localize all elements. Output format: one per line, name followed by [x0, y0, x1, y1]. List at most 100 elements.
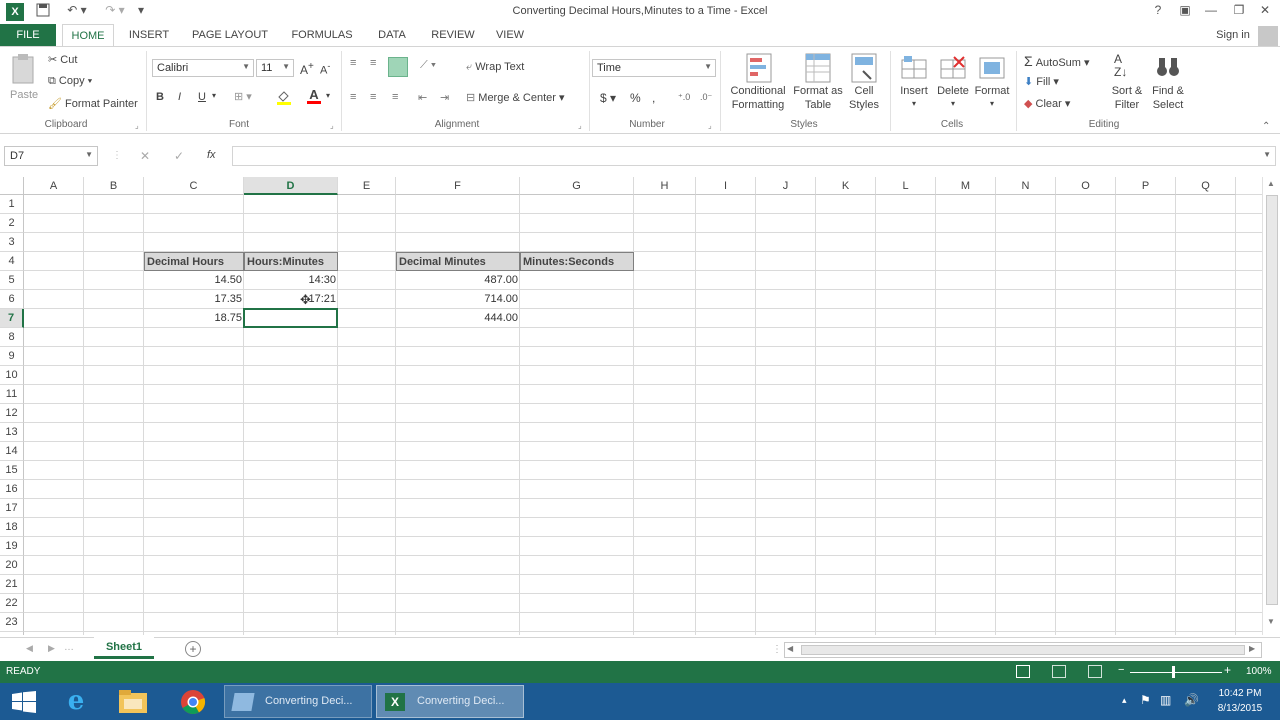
column-header-h[interactable]: H	[634, 177, 696, 195]
scroll-thumb[interactable]	[1266, 195, 1278, 605]
align-bottom-icon[interactable]	[388, 57, 408, 77]
sort-filter-button[interactable]: A Z↓ Sort & Filter	[1106, 51, 1148, 117]
dialog-launcher-icon[interactable]: ⌟	[708, 121, 712, 130]
normal-view-icon[interactable]	[1016, 665, 1030, 678]
formula-input[interactable]: ▼	[232, 146, 1276, 166]
decrease-decimal-icon[interactable]: .0⁻	[700, 92, 712, 103]
file-explorer-icon[interactable]	[118, 689, 148, 715]
bold-button[interactable]: B	[156, 91, 164, 103]
align-top-icon[interactable]: ≡	[350, 57, 356, 69]
row-header-20[interactable]: 20	[0, 556, 24, 575]
scroll-down-icon[interactable]: ▼	[1267, 617, 1275, 626]
windows-start-icon[interactable]	[12, 691, 36, 713]
splitter-icon[interactable]: ⋮	[772, 644, 782, 655]
page-layout-view-icon[interactable]	[1052, 665, 1066, 678]
row-header-17[interactable]: 17	[0, 499, 24, 518]
vertical-scrollbar[interactable]: ▲ ▼	[1262, 177, 1280, 635]
taskbar-item-1[interactable]: Converting Deci...	[224, 685, 372, 718]
row-header-9[interactable]: 9	[0, 347, 24, 366]
wrap-text-button[interactable]: ⤶ Wrap Text	[466, 61, 524, 74]
column-header-d[interactable]: D	[244, 177, 338, 195]
row-header-4[interactable]: 4	[0, 252, 24, 271]
column-header-b[interactable]: B	[84, 177, 144, 195]
cell-f4[interactable]: Decimal Minutes	[396, 252, 520, 271]
tab-file[interactable]: FILE	[0, 24, 56, 46]
dialog-launcher-icon[interactable]: ⌟	[578, 121, 582, 130]
tab-page-layout[interactable]: PAGE LAYOUT	[186, 24, 274, 46]
row-header-13[interactable]: 13	[0, 423, 24, 442]
row-header-6[interactable]: 6	[0, 290, 24, 309]
zoom-level[interactable]: 100%	[1246, 666, 1272, 677]
select-all-corner[interactable]	[0, 177, 24, 195]
cell-c6[interactable]: 17.35	[144, 290, 244, 309]
font-color-icon[interactable]: A	[306, 87, 322, 105]
restore-icon[interactable]: ❐	[1228, 3, 1250, 21]
column-header-l[interactable]: L	[876, 177, 936, 195]
new-sheet-icon[interactable]: +	[185, 641, 201, 657]
sheet-tab-sheet1[interactable]: Sheet1	[94, 637, 154, 659]
zoom-slider-thumb[interactable]	[1172, 666, 1175, 678]
ribbon-display-icon[interactable]: ▣	[1174, 3, 1196, 21]
scroll-left-icon[interactable]: ◀	[787, 644, 793, 653]
tab-formulas[interactable]: FORMULAS	[286, 24, 358, 46]
tab-insert[interactable]: INSERT	[124, 24, 174, 46]
page-break-view-icon[interactable]	[1088, 665, 1102, 678]
account-avatar[interactable]	[1258, 26, 1278, 46]
align-left-icon[interactable]: ≡	[350, 91, 356, 103]
font-size-dropdown[interactable]: 11 ▼	[256, 59, 294, 77]
dialog-launcher-icon[interactable]: ⌟	[135, 121, 139, 130]
column-header-i[interactable]: I	[696, 177, 756, 195]
row-header-8[interactable]: 8	[0, 328, 24, 347]
tab-review[interactable]: REVIEW	[426, 24, 480, 46]
delete-cells-button[interactable]: Delete ▾	[934, 51, 972, 117]
borders-icon[interactable]: ⊞ ▾	[234, 90, 252, 103]
insert-cells-button[interactable]: Insert ▾	[896, 51, 932, 117]
internet-explorer-icon[interactable]: e	[62, 687, 90, 715]
minimize-icon[interactable]: —	[1200, 3, 1222, 21]
chevron-down-icon[interactable]: ▾	[326, 91, 330, 100]
scroll-right-icon[interactable]: ▶	[1249, 644, 1255, 653]
number-format-dropdown[interactable]: Time ▼	[592, 59, 716, 77]
zoom-slider-track[interactable]	[1130, 672, 1222, 673]
conditional-formatting-button[interactable]: Conditional Formatting	[726, 51, 790, 117]
cell-g4[interactable]: Minutes:Seconds	[520, 252, 634, 271]
find-select-button[interactable]: Find & Select	[1148, 51, 1188, 117]
italic-button[interactable]: I	[178, 91, 181, 103]
format-as-table-button[interactable]: Format as Table	[792, 51, 844, 117]
column-header-c[interactable]: C	[144, 177, 244, 195]
volume-icon[interactable]: 🔊	[1184, 693, 1199, 707]
column-header-p[interactable]: P	[1116, 177, 1176, 195]
increase-indent-icon[interactable]: ⇥	[440, 91, 449, 104]
cell-d4[interactable]: Hours:Minutes	[244, 252, 338, 271]
cell-c5[interactable]: 14.50	[144, 271, 244, 290]
worksheet-grid[interactable]: ABCDEFGHIJKLMNOPQ 1 2 3 4 5 6 7 8 9 10 11 12 13 14 15 1…	[0, 177, 1262, 635]
row-header-3[interactable]: 3	[0, 233, 24, 252]
row-header-1[interactable]: 1	[0, 195, 24, 214]
clear-button[interactable]: ◆ Clear ▾	[1024, 97, 1070, 110]
format-cells-button[interactable]: Format ▾	[972, 51, 1012, 117]
align-center-icon[interactable]: ≡	[370, 91, 376, 103]
column-header-j[interactable]: J	[756, 177, 816, 195]
tray-overflow-icon[interactable]: ▴	[1122, 695, 1127, 706]
cell-styles-button[interactable]: Cell Styles	[844, 51, 884, 117]
clock-time[interactable]: 10:42 PM	[1212, 688, 1268, 699]
fill-button[interactable]: ⬇ Fill ▾	[1024, 75, 1059, 88]
row-header-7[interactable]: 7	[0, 309, 24, 328]
cell-f5[interactable]: 487.00	[396, 271, 520, 290]
merge-center-button[interactable]: ⊟ Merge & Center ▾	[466, 91, 565, 104]
column-header-e[interactable]: E	[338, 177, 396, 195]
column-header-q[interactable]: Q	[1176, 177, 1236, 195]
tab-data[interactable]: DATA	[370, 24, 414, 46]
column-header-o[interactable]: O	[1056, 177, 1116, 195]
cut-button[interactable]: ✂ Cut	[48, 53, 77, 66]
horizontal-scrollbar[interactable]: ◀ ▶	[784, 642, 1262, 658]
column-header-g[interactable]: G	[520, 177, 634, 195]
row-header-19[interactable]: 19	[0, 537, 24, 556]
zoom-out-icon[interactable]: −	[1118, 664, 1124, 676]
align-middle-icon[interactable]: ≡	[370, 57, 376, 69]
chevron-down-icon[interactable]: ▾	[212, 91, 216, 100]
enter-icon[interactable]: ✓	[174, 149, 184, 163]
cell-d6[interactable]: 17:21	[244, 290, 338, 309]
next-sheet-icon[interactable]: ▶	[48, 643, 55, 654]
collapse-ribbon-icon[interactable]: ⌃	[1262, 121, 1270, 132]
